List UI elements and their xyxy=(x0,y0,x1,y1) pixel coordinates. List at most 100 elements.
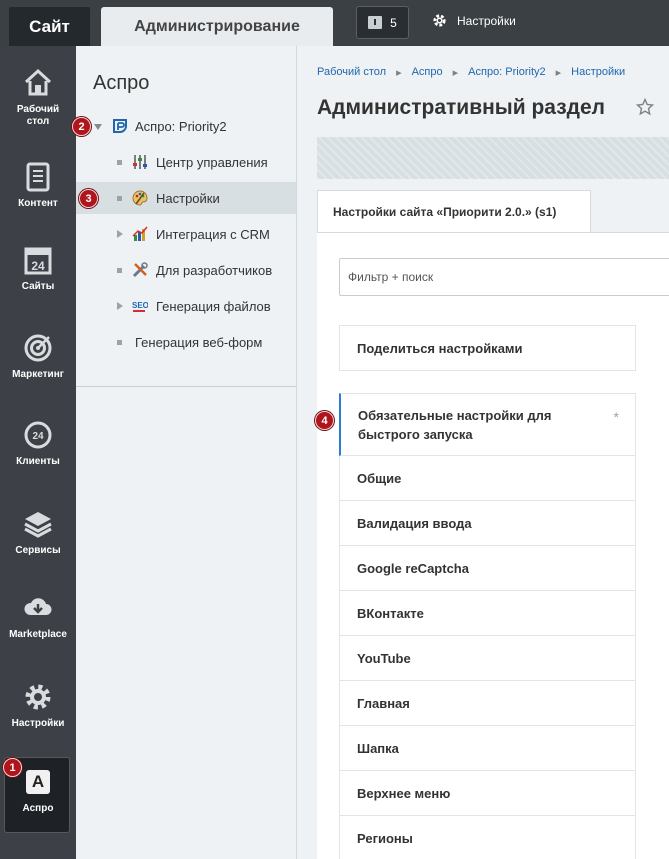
settings-item[interactable]: Главная xyxy=(339,681,636,726)
notification-icon xyxy=(368,16,383,29)
step-badge-2: 2 xyxy=(72,117,91,136)
menu-label: Контент xyxy=(18,198,58,209)
clients-24-icon: 24 xyxy=(24,421,52,449)
gear-icon xyxy=(433,14,446,27)
tree-item-control-center[interactable]: Центр управления xyxy=(76,146,296,178)
settings-item[interactable]: ВКонтакте xyxy=(339,591,636,636)
tree-item-label: Центр управления xyxy=(156,154,268,170)
share-settings-button[interactable]: Поделиться настройками xyxy=(339,325,636,371)
palette-icon xyxy=(132,190,148,206)
settings-item[interactable]: Регионы xyxy=(339,816,636,859)
settings-item-label: Верхнее меню xyxy=(357,785,451,801)
settings-item[interactable]: Общие xyxy=(339,456,636,501)
breadcrumb-separator: ▸ xyxy=(396,67,402,79)
tools-icon xyxy=(132,262,148,278)
settings-item-label: Валидация ввода xyxy=(357,515,472,531)
settings-item[interactable]: Google reCaptcha xyxy=(339,546,636,591)
menu-item-services[interactable]: Сервисы xyxy=(0,509,76,557)
settings-item-label: Шапка xyxy=(357,740,399,756)
menu-label: Сервисы xyxy=(15,545,61,556)
settings-item[interactable]: Валидация ввода xyxy=(339,501,636,546)
settings-item[interactable]: YouTube xyxy=(339,636,636,681)
tree-item-label: Для разработчиков xyxy=(156,262,273,278)
settings-item-label: Регионы xyxy=(357,830,413,846)
settings-item[interactable]: Шапка xyxy=(339,726,636,771)
required-marker: * xyxy=(613,409,619,425)
settings-label: Настройки xyxy=(457,13,516,28)
menu-label: Клиенты xyxy=(16,456,60,467)
toolbar-bar xyxy=(317,137,669,179)
tree-item-file-generation[interactable]: SEO Генерация файлов xyxy=(76,290,296,322)
left-menu: Рабочий стол Контент 24 Сайты Маркетинг xyxy=(0,46,76,859)
breadcrumb-item[interactable]: Аспро: Priority2 xyxy=(468,66,545,79)
settings-item-label: Google reCaptcha xyxy=(357,560,469,576)
step-badge-4: 4 xyxy=(315,411,334,430)
site-tab[interactable]: Сайт xyxy=(9,7,90,46)
bullet xyxy=(117,160,122,165)
menu-item-clients[interactable]: 24 Клиенты xyxy=(0,420,76,468)
notifications-button[interactable]: 5 xyxy=(356,6,409,39)
seo-icon: SEO xyxy=(132,301,148,312)
svg-text:SEO: SEO xyxy=(132,301,148,310)
step-badge-3: 3 xyxy=(79,189,98,208)
menu-item-marketing[interactable]: Маркетинг xyxy=(0,333,76,381)
settings-item[interactable]: Верхнее меню xyxy=(339,771,636,816)
target-icon xyxy=(24,334,52,362)
star-icon[interactable] xyxy=(636,98,654,116)
document-icon xyxy=(26,162,50,192)
tree-item-developers[interactable]: Для разработчиков xyxy=(76,254,296,286)
bullet xyxy=(117,268,122,273)
menu-label: Рабочий стол xyxy=(16,104,60,127)
menu-label: Marketplace xyxy=(9,629,67,640)
tree-item-label: Генерация файлов xyxy=(156,298,271,314)
menu-item-marketplace[interactable]: Marketplace xyxy=(0,593,76,641)
settings-item-label: YouTube xyxy=(357,650,411,666)
top-bar: Сайт Администрирование 5 Настройки xyxy=(0,0,669,46)
sliders-icon xyxy=(133,155,147,169)
tree-item-label: Интеграция с CRM xyxy=(156,226,270,242)
admin-tab[interactable]: Администрирование xyxy=(101,7,333,46)
menu-item-desktop[interactable]: Рабочий стол xyxy=(0,68,76,128)
settings-item-label: ВКонтакте xyxy=(357,605,424,621)
settings-link[interactable]: Настройки xyxy=(432,13,516,28)
bullet xyxy=(117,196,122,201)
breadcrumb-item[interactable]: Рабочий стол xyxy=(317,66,386,79)
breadcrumb-item[interactable]: Настройки xyxy=(571,66,625,79)
aspro-a-icon: A xyxy=(26,770,50,794)
chart-icon xyxy=(132,226,148,241)
tree-item-label: Настройки xyxy=(156,190,220,206)
svg-text:24: 24 xyxy=(31,259,45,273)
gear-icon xyxy=(25,684,51,710)
notifications-count: 5 xyxy=(390,15,397,30)
bullet xyxy=(117,340,122,345)
tree-item-crm[interactable]: Интеграция с CRM xyxy=(76,218,296,250)
tree-root-label: Аспро: Priority2 xyxy=(135,118,227,134)
settings-item-label: Обязательные настройки для быстрого запу… xyxy=(358,407,552,442)
site-settings-tab[interactable]: Настройки сайта «Приорити 2.0.» (s1) xyxy=(317,190,591,232)
tree-panel: Аспро Аспро: Priority2 Центр управления xyxy=(76,46,297,859)
settings-item-label: Общие xyxy=(357,470,402,486)
breadcrumb-item[interactable]: Аспро xyxy=(412,66,443,79)
collapse-arrow-icon[interactable] xyxy=(94,124,102,130)
settings-item-label: Главная xyxy=(357,695,410,711)
breadcrumb-separator: ▸ xyxy=(452,67,459,79)
expand-arrow-icon[interactable] xyxy=(117,302,123,310)
tree-item-settings[interactable]: Настройки xyxy=(76,182,296,214)
tree-item-webform-generation[interactable]: Генерация веб-форм xyxy=(76,326,296,358)
settings-panel: Фильтр + поиск Поделиться настройками Об… xyxy=(317,232,669,859)
settings-item-required[interactable]: Обязательные настройки для быстрого запу… xyxy=(339,393,636,456)
menu-label: Аспро xyxy=(22,803,54,814)
menu-item-content[interactable]: Контент xyxy=(0,162,76,210)
menu-item-settings[interactable]: Настройки xyxy=(0,682,76,730)
breadcrumb-separator: ▸ xyxy=(555,67,562,79)
layers-icon xyxy=(24,512,52,538)
filter-search-input[interactable]: Фильтр + поиск xyxy=(339,258,669,296)
tree-root-priority2[interactable]: Аспро: Priority2 xyxy=(76,110,296,142)
breadcrumb: Рабочий стол ▸ Аспро ▸ Аспро: Priority2 … xyxy=(317,66,625,79)
step-badge-1: 1 xyxy=(3,758,22,777)
expand-arrow-icon[interactable] xyxy=(117,230,123,238)
menu-label: Сайты xyxy=(21,281,55,292)
menu-item-sites[interactable]: 24 Сайты xyxy=(0,245,76,293)
priority-logo-icon xyxy=(113,119,127,133)
tree-item-label: Генерация веб-форм xyxy=(135,334,263,350)
